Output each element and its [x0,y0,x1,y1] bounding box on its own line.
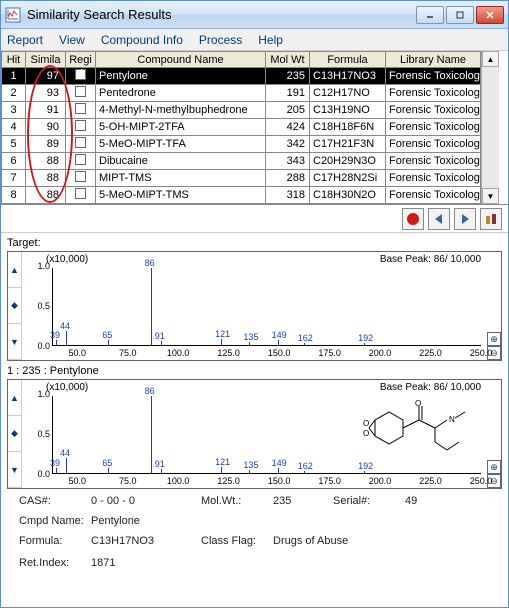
zoom-in-icon[interactable]: ⊕ [487,460,501,474]
mw-label: Mol.Wt.: [201,495,273,507]
svg-text:O: O [363,419,369,428]
prev-icon [432,212,446,226]
library-spectrum[interactable]: ▲ ◆ ▼ (x10,000) Base Peak: 86/ 10,000 0.… [7,379,502,489]
ret-value: 1871 [91,557,115,569]
svg-text:N: N [449,415,455,424]
registered-checkbox[interactable] [75,188,86,199]
base-peak-label: Base Peak: 86/ 10,000 [380,254,481,265]
menu-compound-info[interactable]: Compound Info [101,33,183,47]
titlebar[interactable]: Similarity Search Results [1,1,508,29]
column-header[interactable]: Library Name [386,52,481,68]
marker-down-icon[interactable]: ▼ [8,324,21,360]
name-value: Pentylone [91,515,140,527]
registered-checkbox[interactable] [75,69,86,80]
next-icon [458,212,472,226]
table-row[interactable]: 5895-MeO-MIPT-TFA342C17H21F3NForensic To… [2,136,481,153]
registered-checkbox[interactable] [75,120,86,131]
column-header[interactable]: Hit [2,52,26,68]
mw-value: 235 [273,495,333,507]
table-scrollbar[interactable]: ▲ ▼ [481,51,499,204]
serial-label: Serial#: [333,495,405,507]
registered-checkbox[interactable] [75,103,86,114]
next-spectrum-button[interactable] [454,208,476,230]
prev-spectrum-button[interactable] [428,208,450,230]
registered-checkbox[interactable] [75,171,86,182]
app-icon [5,7,21,23]
menu-help[interactable]: Help [258,33,283,47]
marker-up-icon[interactable]: ▲ [8,380,21,416]
registered-checkbox[interactable] [75,86,86,97]
menubar: Report View Compound Info Process Help [1,29,508,51]
class-value: Drugs of Abuse [273,535,348,547]
results-table[interactable]: HitSimilaRegiCompound NameMol WtFormulaL… [1,51,481,204]
record-button[interactable] [402,208,424,230]
menu-report[interactable]: Report [7,33,43,47]
formula-label: Formula: [19,535,91,547]
scroll-up-icon[interactable]: ▲ [482,51,499,67]
menu-view[interactable]: View [59,33,85,47]
close-button[interactable] [476,6,504,24]
marker-mid-icon[interactable]: ◆ [8,288,21,324]
table-row[interactable]: 4905-OH-MIPT-2TFA424C18H18F6NForensic To… [2,119,481,136]
formula-value: C13H17NO3 [91,535,201,547]
column-header[interactable]: Compound Name [96,52,266,68]
marker-mid-icon[interactable]: ◆ [8,416,21,452]
base-peak-label: Base Peak: 86/ 10,000 [380,382,481,393]
svg-text:O: O [363,429,369,438]
y-scale-label: (x10,000) [46,382,88,393]
class-label: Class Flag: [201,535,273,547]
cas-label: CAS#: [19,495,91,507]
marker-down-icon[interactable]: ▼ [8,452,21,488]
maximize-button[interactable] [446,6,474,24]
table-row[interactable]: 8885-MeO-MIPT-TMS318C18H30N2OForensic To… [2,187,481,204]
ret-label: Ret.Index: [19,557,91,569]
menu-process[interactable]: Process [199,33,242,47]
table-row[interactable]: 197Pentylone235C13H17NO3Forensic Toxicol… [2,68,481,85]
cas-value: 0 - 00 - 0 [91,495,201,507]
name-label: Cmpd Name: [19,515,91,527]
tools-icon [484,212,498,226]
scroll-down-icon[interactable]: ▼ [482,188,499,204]
column-header[interactable]: Mol Wt [266,52,310,68]
column-header[interactable]: Regi [66,52,96,68]
registered-checkbox[interactable] [75,137,86,148]
table-row[interactable]: 688Dibucaine343C20H29N3OForensic Toxicol… [2,153,481,170]
tools-button[interactable] [480,208,502,230]
app-window: Similarity Search Results Report View Co… [0,0,509,608]
column-header[interactable]: Formula [310,52,386,68]
table-row[interactable]: 3914-Methyl-N-methylbuphedrone205C13H19N… [2,102,481,119]
compound-meta: CAS#: 0 - 00 - 0 Mol.Wt.: 235 Serial#: 4… [1,489,508,583]
y-scale-label: (x10,000) [46,254,88,265]
spectrum-toolbar [1,205,508,233]
serial-value: 49 [405,495,417,507]
table-row[interactable]: 293Pentedrone191C12H17NOForensic Toxicol… [2,85,481,102]
target-spectrum[interactable]: ▲ ◆ ▼ (x10,000) Base Peak: 86/ 10,000 0.… [7,251,502,361]
match-label: 1 : 235 : Pentylone [7,363,502,379]
minimize-button[interactable] [416,6,444,24]
table-row[interactable]: 788MIPT-TMS288C17H28N2SiForensic Toxicol… [2,170,481,187]
target-label: Target: [7,235,502,251]
column-header[interactable]: Simila [26,52,66,68]
marker-up-icon[interactable]: ▲ [8,252,21,288]
zoom-in-icon[interactable]: ⊕ [487,332,501,346]
registered-checkbox[interactable] [75,154,86,165]
structure-icon: O O O N [359,398,479,462]
record-icon [407,213,419,225]
window-title: Similarity Search Results [27,7,416,22]
svg-text:O: O [415,399,421,408]
